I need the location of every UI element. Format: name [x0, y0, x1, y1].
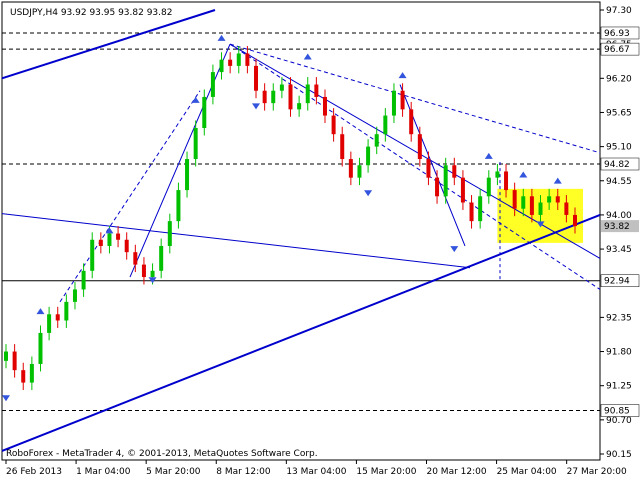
y-tick-label: 91.25 — [606, 382, 632, 392]
y-tick-label: 95.10 — [606, 143, 632, 153]
level-label: 96.93 — [604, 29, 630, 39]
candle-body — [305, 84, 310, 104]
candle-body — [452, 165, 457, 178]
candle-body — [210, 72, 215, 97]
footer-credit: RoboForex - MetaTrader 4, © 2001-2013, M… — [6, 449, 318, 459]
candle-body — [116, 233, 121, 240]
candle-body — [529, 196, 534, 215]
y-tick-label: 95.65 — [606, 108, 632, 118]
candle-body — [228, 59, 233, 66]
level-label: 94.82 — [604, 160, 630, 170]
candle-body — [124, 239, 129, 253]
candle-body — [391, 90, 396, 116]
candle-body — [409, 109, 414, 135]
candle-body — [555, 196, 560, 203]
candle-body — [150, 270, 155, 278]
candle-body — [98, 239, 103, 246]
candle-body — [348, 159, 353, 178]
x-tick-label: 15 Mar 20:00 — [356, 467, 416, 477]
level-label: 92.94 — [604, 277, 630, 287]
candle-body — [38, 332, 43, 364]
candle-body — [486, 177, 491, 197]
candle-body — [357, 165, 362, 178]
candle-body — [176, 190, 181, 222]
y-tick-label: 96.20 — [606, 74, 632, 84]
candle-body — [21, 370, 26, 383]
candle-body — [107, 233, 112, 246]
candle-body — [159, 245, 164, 271]
y-tick-label: 90.15 — [606, 450, 632, 460]
level-label: 96.67 — [604, 45, 630, 55]
candle-body — [314, 84, 319, 97]
candle-body — [417, 134, 422, 160]
candle-body — [167, 221, 172, 246]
y-tick-label: 94.00 — [606, 211, 632, 221]
candle-body — [297, 103, 302, 110]
candle-body — [469, 202, 474, 222]
x-tick-label: 27 Mar 20:00 — [567, 467, 627, 477]
candle-body — [495, 171, 500, 178]
candle-body — [245, 53, 250, 66]
candle-body — [340, 134, 345, 160]
candle-body — [271, 90, 276, 104]
y-tick-label: 92.35 — [606, 313, 632, 323]
y-tick-label: 90.70 — [606, 416, 632, 426]
candle-body — [202, 96, 207, 128]
x-tick-label: 8 Mar 12:00 — [216, 467, 271, 477]
candle-body — [81, 270, 86, 290]
candle-body — [133, 252, 138, 265]
candle-body — [521, 196, 526, 209]
y-tick-label: 91.80 — [606, 348, 632, 358]
candle-body — [236, 53, 241, 66]
candle-body — [504, 171, 509, 191]
candle-body — [288, 84, 293, 110]
x-tick-label: 1 Mar 04:00 — [76, 467, 131, 477]
x-tick-label: 13 Mar 04:00 — [286, 467, 346, 477]
candle-body — [279, 84, 284, 91]
candle-body — [64, 301, 69, 321]
candle-body — [383, 115, 388, 135]
candle-body — [254, 65, 259, 91]
candle-body — [538, 202, 543, 215]
candle-body — [12, 351, 17, 371]
candle-body — [573, 214, 577, 227]
candle-body — [193, 127, 198, 160]
candle-body — [322, 96, 327, 116]
candle-body — [72, 289, 77, 302]
level-label: 90.85 — [604, 407, 630, 417]
candle-body — [141, 264, 146, 278]
y-tick-label: 93.45 — [606, 245, 632, 255]
x-tick-label: 20 Mar 12:00 — [426, 467, 486, 477]
candle-body — [400, 90, 405, 110]
current-price-label: 93.82 — [604, 222, 630, 232]
candle-body — [47, 314, 52, 333]
candle-body — [29, 363, 34, 383]
candle-body — [478, 196, 483, 222]
candle-body — [366, 146, 371, 166]
price-chart: 97.3096.7596.2095.6595.1094.5594.0093.45… — [0, 0, 640, 480]
y-tick-label: 97.30 — [606, 6, 632, 16]
candle-body — [185, 159, 190, 191]
candle-body — [547, 196, 552, 203]
candle-body — [443, 165, 448, 197]
candle-body — [426, 159, 431, 178]
x-tick-label: 26 Feb 2013 — [6, 467, 62, 477]
candle-body — [219, 59, 224, 73]
candle-body — [262, 90, 267, 104]
candle-body — [55, 314, 60, 321]
candle-body — [90, 239, 95, 271]
candle-body — [512, 190, 517, 209]
candle-body — [564, 202, 569, 215]
x-tick-label: 5 Mar 20:00 — [146, 467, 201, 477]
y-tick-label: 94.55 — [606, 177, 632, 187]
candle-body — [331, 115, 336, 135]
candle-body — [460, 177, 465, 203]
symbol-header: USDJPY,H4 93.92 93.95 93.82 93.82 — [10, 8, 172, 18]
candle-body — [4, 351, 8, 361]
candle-body — [435, 177, 440, 197]
candle-body — [374, 134, 379, 147]
x-tick-label: 25 Mar 04:00 — [497, 467, 557, 477]
